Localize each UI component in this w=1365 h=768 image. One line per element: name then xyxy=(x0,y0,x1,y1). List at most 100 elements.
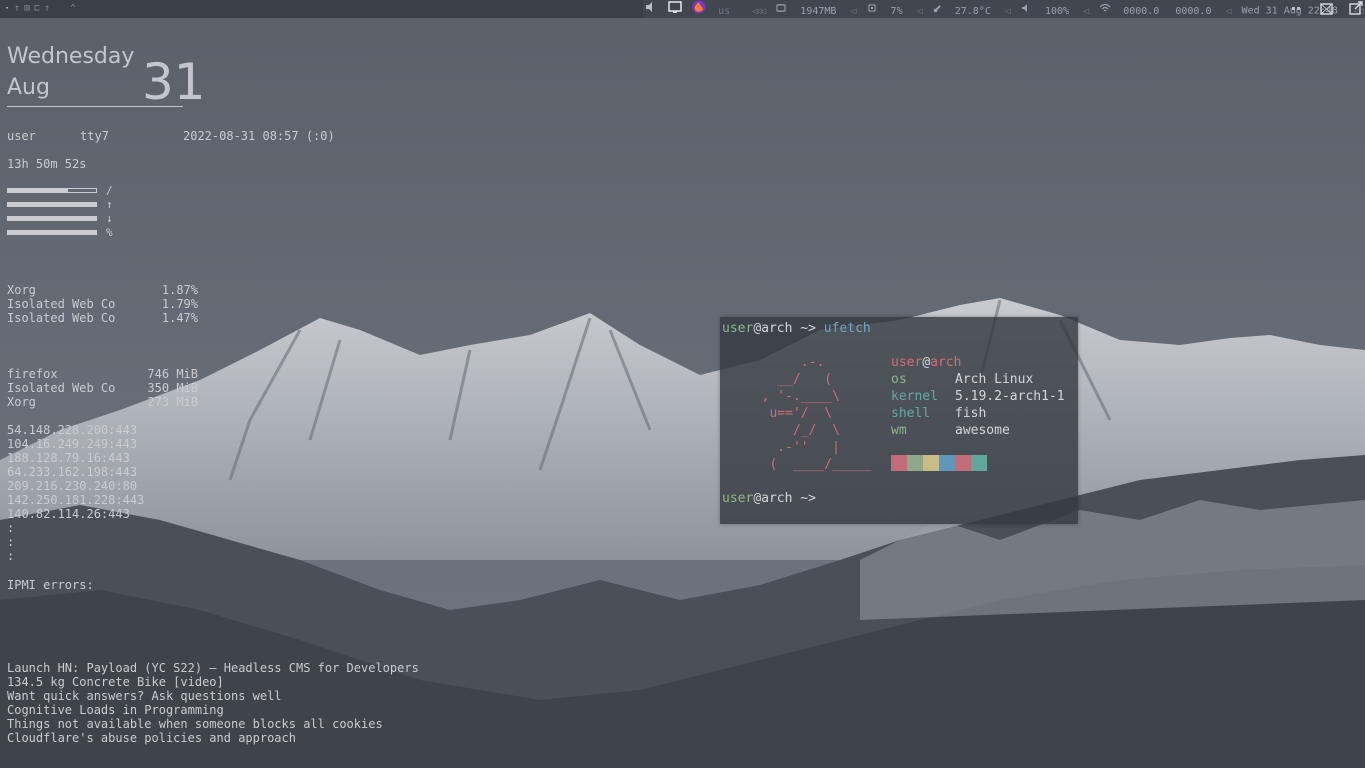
temperature: 27.8°C xyxy=(954,5,991,17)
separator-chevrons: ◁ xyxy=(1083,5,1089,17)
date-day: 31 xyxy=(142,53,206,111)
exit-icon[interactable] xyxy=(1349,0,1363,18)
info-key: shell xyxy=(891,406,931,421)
thermometer-icon xyxy=(933,2,943,20)
date-underline xyxy=(7,106,183,107)
connection-item: 140.82.114.26:443 xyxy=(7,507,130,521)
usage-bar xyxy=(7,202,97,207)
usage-bar-fill xyxy=(8,231,96,234)
connection-item: 54.148.228.200:443 xyxy=(7,423,138,437)
ascii-line: __/ ( xyxy=(746,372,833,387)
connection-item: 104.16.249.249:443 xyxy=(7,437,138,451)
info-title: user@arch xyxy=(891,354,961,371)
ascii-line: .-. xyxy=(746,355,825,370)
prompt-host: arch xyxy=(761,321,793,336)
info-key: os xyxy=(891,372,907,387)
process-cpu: 1.47% xyxy=(161,311,198,325)
process-name: Isolated Web Co xyxy=(7,381,116,395)
layout-icon[interactable]: ⌃ xyxy=(68,0,78,18)
usage-bar xyxy=(7,216,97,221)
uptime: 13h 50m 52s xyxy=(7,157,87,171)
news-item[interactable]: Cognitive Loads in Programming xyxy=(7,703,224,717)
command-text: ufetch xyxy=(823,321,871,336)
prompt-user: user xyxy=(722,491,754,506)
news-item[interactable]: Launch HN: Payload (YC S22) – Headless C… xyxy=(7,661,419,675)
info-at: @ xyxy=(922,355,931,370)
connection-item: : xyxy=(7,521,15,535)
date-dayname: Wednesday xyxy=(7,44,135,69)
wifi-icon[interactable] xyxy=(1099,2,1111,20)
ascii-line: ( ____/_____ xyxy=(746,457,872,472)
connection-item: 142.250.181.228:443 xyxy=(7,493,145,507)
usage-bar-fill xyxy=(8,203,96,206)
process-mem: 746 MiB xyxy=(147,367,198,381)
info-value: 5.19.2-arch1-1 xyxy=(955,389,1065,404)
volume-level[interactable]: 100% xyxy=(1045,6,1069,17)
session-user: user xyxy=(7,129,36,143)
firefox-icon[interactable] xyxy=(692,0,706,21)
process-name: Isolated Web Co xyxy=(7,311,116,325)
net-up: 0000.0 xyxy=(1175,5,1212,17)
keyboard-layout[interactable]: us xyxy=(718,6,730,17)
ascii-line: u=='/ \ xyxy=(746,406,833,421)
session-tty: tty7 xyxy=(80,129,109,143)
cpu-icon xyxy=(867,2,877,20)
prompt-line-2[interactable]: user@arch ~> xyxy=(722,490,824,507)
session-login: 2022-08-31 08:57 (:0) xyxy=(183,129,335,143)
usage-bar-label: ↑ xyxy=(106,198,113,211)
process-name: firefox xyxy=(7,367,58,381)
news-item[interactable]: Things not available when someone blocks… xyxy=(7,717,383,731)
usage-bar xyxy=(7,230,97,235)
separator-chevrons: ◁ xyxy=(1225,5,1232,17)
window-icon[interactable] xyxy=(1320,0,1334,18)
usage-bar xyxy=(7,188,97,193)
process-mem: 350 MiB xyxy=(147,381,198,395)
terminal-window[interactable]: user@arch ~> ufetch .-. __/ ( , '-.____\… xyxy=(720,317,1078,524)
tag-2[interactable]: ↑ xyxy=(12,0,22,18)
color-swatch xyxy=(907,455,923,471)
info-host: arch xyxy=(930,355,962,370)
process-mem: 273 MiB xyxy=(147,395,198,409)
tag-3[interactable]: ⊠ xyxy=(22,0,32,18)
info-user: user xyxy=(891,355,923,370)
tag-4[interactable]: ⊏ xyxy=(32,0,42,18)
grid-icon[interactable] xyxy=(1292,0,1302,18)
tag-1[interactable]: · xyxy=(2,0,12,18)
usage-bar-fill xyxy=(8,217,96,220)
news-item[interactable]: Want quick answers? Ask questions well xyxy=(7,689,282,703)
prompt-arrow: ~> xyxy=(792,491,824,506)
usage-bar-label: % xyxy=(106,226,113,239)
status-area: us ◁◁◁ 1947MB ◁ 7% ◁ 27.8°C ◁ 100% ◁ 000… xyxy=(643,0,1365,18)
color-swatch xyxy=(891,455,907,471)
tag-5[interactable]: ↑ xyxy=(42,0,52,18)
news-item[interactable]: Cloudflare's abuse policies and approach xyxy=(7,731,296,745)
news-item[interactable]: 134.5 kg Concrete Bike [video] xyxy=(7,675,224,689)
speaker-icon[interactable] xyxy=(645,1,657,20)
screen-icon[interactable] xyxy=(668,1,682,20)
info-key: wm xyxy=(891,423,907,438)
ipmi-errors: IPMI errors: xyxy=(7,578,94,592)
separator-chevrons: ◁◁◁ xyxy=(752,5,766,17)
connection-item: 64.233.162.198:443 xyxy=(7,465,138,479)
color-swatch xyxy=(939,455,955,471)
ascii-line: , '-.____\ xyxy=(746,389,840,404)
memory-usage: 1947MB xyxy=(800,5,837,17)
prompt-user: user xyxy=(722,321,754,336)
usage-bar-fill xyxy=(8,189,68,192)
desktop-wallpaper xyxy=(0,0,1365,768)
volume-icon[interactable] xyxy=(1021,2,1031,20)
date-month: Aug xyxy=(7,75,50,100)
separator-chevrons: ◁ xyxy=(916,5,923,17)
process-cpu: 1.79% xyxy=(161,297,198,311)
process-name: Isolated Web Co xyxy=(7,297,116,311)
prompt-host: arch xyxy=(761,491,793,506)
process-name: Xorg xyxy=(7,283,36,297)
prompt-arrow: ~> xyxy=(792,321,824,336)
connection-item: 209.216.230.240:80 xyxy=(7,479,138,493)
info-value: Arch Linux xyxy=(955,372,1034,387)
info-value: fish xyxy=(955,406,987,421)
ascii-line: .-'' | xyxy=(746,440,840,455)
prompt-at: @ xyxy=(753,491,762,506)
color-swatch xyxy=(955,455,971,471)
memory-icon xyxy=(776,2,786,20)
